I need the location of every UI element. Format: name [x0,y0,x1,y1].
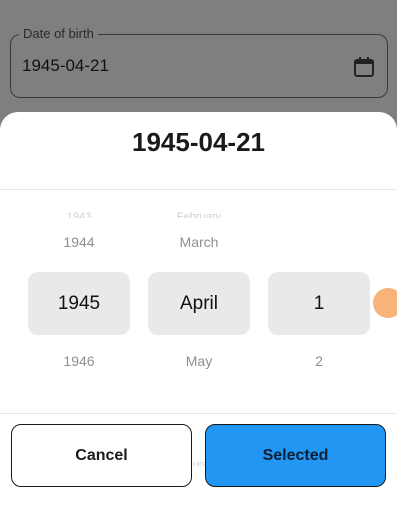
month-next-item[interactable]: May [138,353,260,369]
date-picker-sheet: 1945-04-21 1943 1944 1945 1946 1947 Febr… [0,112,397,507]
day-selected-item[interactable]: 1 [268,272,370,335]
date-of-birth-value: 1945-04-21 [22,56,109,75]
month-faded-item: February [176,212,222,218]
day-wheel[interactable]: 1 2 3 [258,190,380,466]
calendar-icon[interactable] [353,56,375,78]
divider [0,413,397,414]
background-form: Date of birth 1945-04-21 [0,0,397,130]
year-selected-item[interactable]: 1945 [28,272,130,335]
year-prev-item[interactable]: 1944 [18,234,140,250]
year-next-item[interactable]: 1946 [18,353,140,369]
cancel-button[interactable]: Cancel [11,424,192,487]
selected-button[interactable]: Selected [205,424,386,487]
picker-title: 1945-04-21 [132,127,265,157]
date-of-birth-field[interactable]: Date of birth 1945-04-21 [10,26,388,98]
month-selected-item[interactable]: April [148,272,250,335]
year-wheel[interactable]: 1943 1944 1945 1946 1947 [18,190,140,466]
date-of-birth-label: Date of birth [19,26,98,42]
scroll-handle[interactable] [373,288,397,318]
month-prev-item[interactable]: March [138,234,260,250]
month-wheel[interactable]: February March April May June [138,190,260,466]
day-next-item[interactable]: 2 [258,353,380,369]
year-faded-item: 1943 [66,212,92,218]
